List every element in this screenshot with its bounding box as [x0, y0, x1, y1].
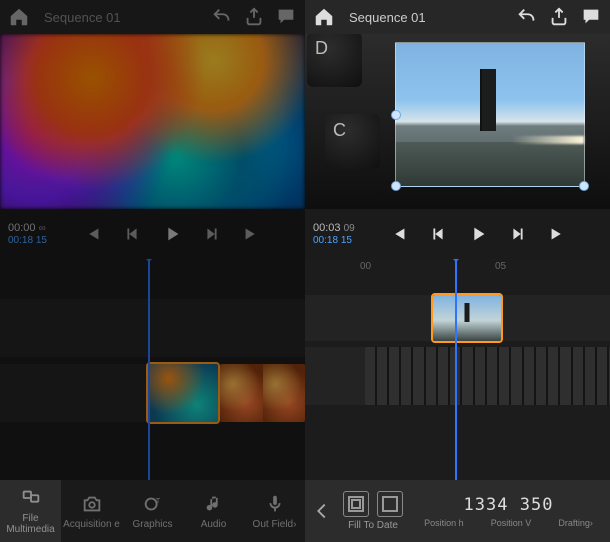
bottombar-right: Fill To Date 1334 350 Position h Positio… — [305, 480, 610, 542]
home-icon[interactable] — [313, 6, 335, 28]
chevron-left-icon[interactable] — [311, 500, 333, 522]
overlay-clip[interactable] — [395, 42, 585, 187]
playhead[interactable] — [148, 259, 150, 480]
comment-icon[interactable] — [580, 6, 602, 28]
camera-icon — [81, 493, 103, 515]
label-pos-h: Position h — [424, 518, 464, 528]
play-icon[interactable] — [161, 223, 183, 245]
transport-right: 00:03 09 00:18 15 — [305, 209, 610, 259]
tab-acquisition[interactable]: Acquisition e — [61, 480, 122, 542]
mic-icon — [264, 493, 286, 515]
skip-end-icon[interactable] — [241, 223, 263, 245]
right-pane: Sequence 01 D C 00:03 09 — [305, 0, 610, 542]
handle-left[interactable] — [391, 110, 401, 120]
sequence-title: Sequence 01 — [345, 10, 506, 25]
timeline-left[interactable] — [0, 259, 305, 480]
play-icon[interactable] — [467, 223, 489, 245]
tab-graphics[interactable]: T Graphics — [122, 480, 183, 542]
time-sub: 00:18 15 — [8, 236, 47, 246]
timeline-clip-selected[interactable] — [148, 364, 218, 422]
timeline-right[interactable]: 00 05 — [305, 259, 610, 480]
label-pos-v: Position V — [491, 518, 532, 528]
playhead[interactable] — [455, 259, 457, 480]
fill-mode-a-icon[interactable] — [343, 491, 369, 517]
sequence-title: Sequence 01 — [40, 10, 201, 25]
fill-mode-b-icon[interactable] — [377, 491, 403, 517]
folder-icon — [20, 487, 42, 509]
comment-icon[interactable] — [275, 6, 297, 28]
skip-start-icon[interactable] — [81, 223, 103, 245]
undo-icon[interactable] — [516, 6, 538, 28]
handle-br[interactable] — [579, 181, 589, 191]
tab-audio[interactable]: Audio — [183, 480, 244, 542]
timeline-clip[interactable] — [365, 347, 610, 405]
graphics-icon: T — [142, 493, 164, 515]
home-icon[interactable] — [8, 6, 30, 28]
audio-icon — [203, 493, 225, 515]
skip-end-icon[interactable] — [547, 223, 569, 245]
share-icon[interactable] — [243, 6, 265, 28]
topbar-right: Sequence 01 — [305, 0, 610, 34]
time-infinity: ∞ — [39, 223, 46, 234]
fill-group[interactable]: Fill To Date — [343, 491, 403, 531]
bottombar-left: File Multimedia Acquisition e T Graphics… — [0, 480, 305, 542]
time-main: 00:00 — [8, 222, 36, 234]
preview-left[interactable] — [0, 34, 305, 209]
fill-label: Fill To Date — [348, 520, 398, 531]
timeline-clip[interactable] — [220, 364, 305, 422]
preview-right[interactable]: D C — [305, 34, 610, 209]
time-frames: 09 — [344, 223, 355, 234]
handle-bl[interactable] — [391, 181, 401, 191]
skip-start-icon[interactable] — [387, 223, 409, 245]
tab-out[interactable]: Out Field› — [244, 480, 305, 542]
step-back-icon[interactable] — [427, 223, 449, 245]
step-forward-icon[interactable] — [201, 223, 223, 245]
timeline-clip-overlay[interactable] — [433, 295, 501, 341]
topbar-left: Sequence 01 — [0, 0, 305, 34]
undo-icon[interactable] — [211, 6, 233, 28]
share-icon[interactable] — [548, 6, 570, 28]
position-group[interactable]: 1334 350 Position h Position V Drafting› — [413, 495, 604, 528]
svg-text:T: T — [155, 496, 160, 505]
label-drafting: Drafting› — [558, 518, 593, 528]
left-pane: Sequence 01 00:00 ∞ 00:18 15 — [0, 0, 305, 542]
tab-multimedia[interactable]: File Multimedia — [0, 480, 61, 542]
position-values: 1334 350 — [464, 495, 554, 515]
time-main: 00:03 — [313, 222, 341, 234]
step-back-icon[interactable] — [121, 223, 143, 245]
step-forward-icon[interactable] — [507, 223, 529, 245]
transport-left: 00:00 ∞ 00:18 15 — [0, 209, 305, 259]
time-sub: 00:18 15 — [313, 236, 355, 246]
